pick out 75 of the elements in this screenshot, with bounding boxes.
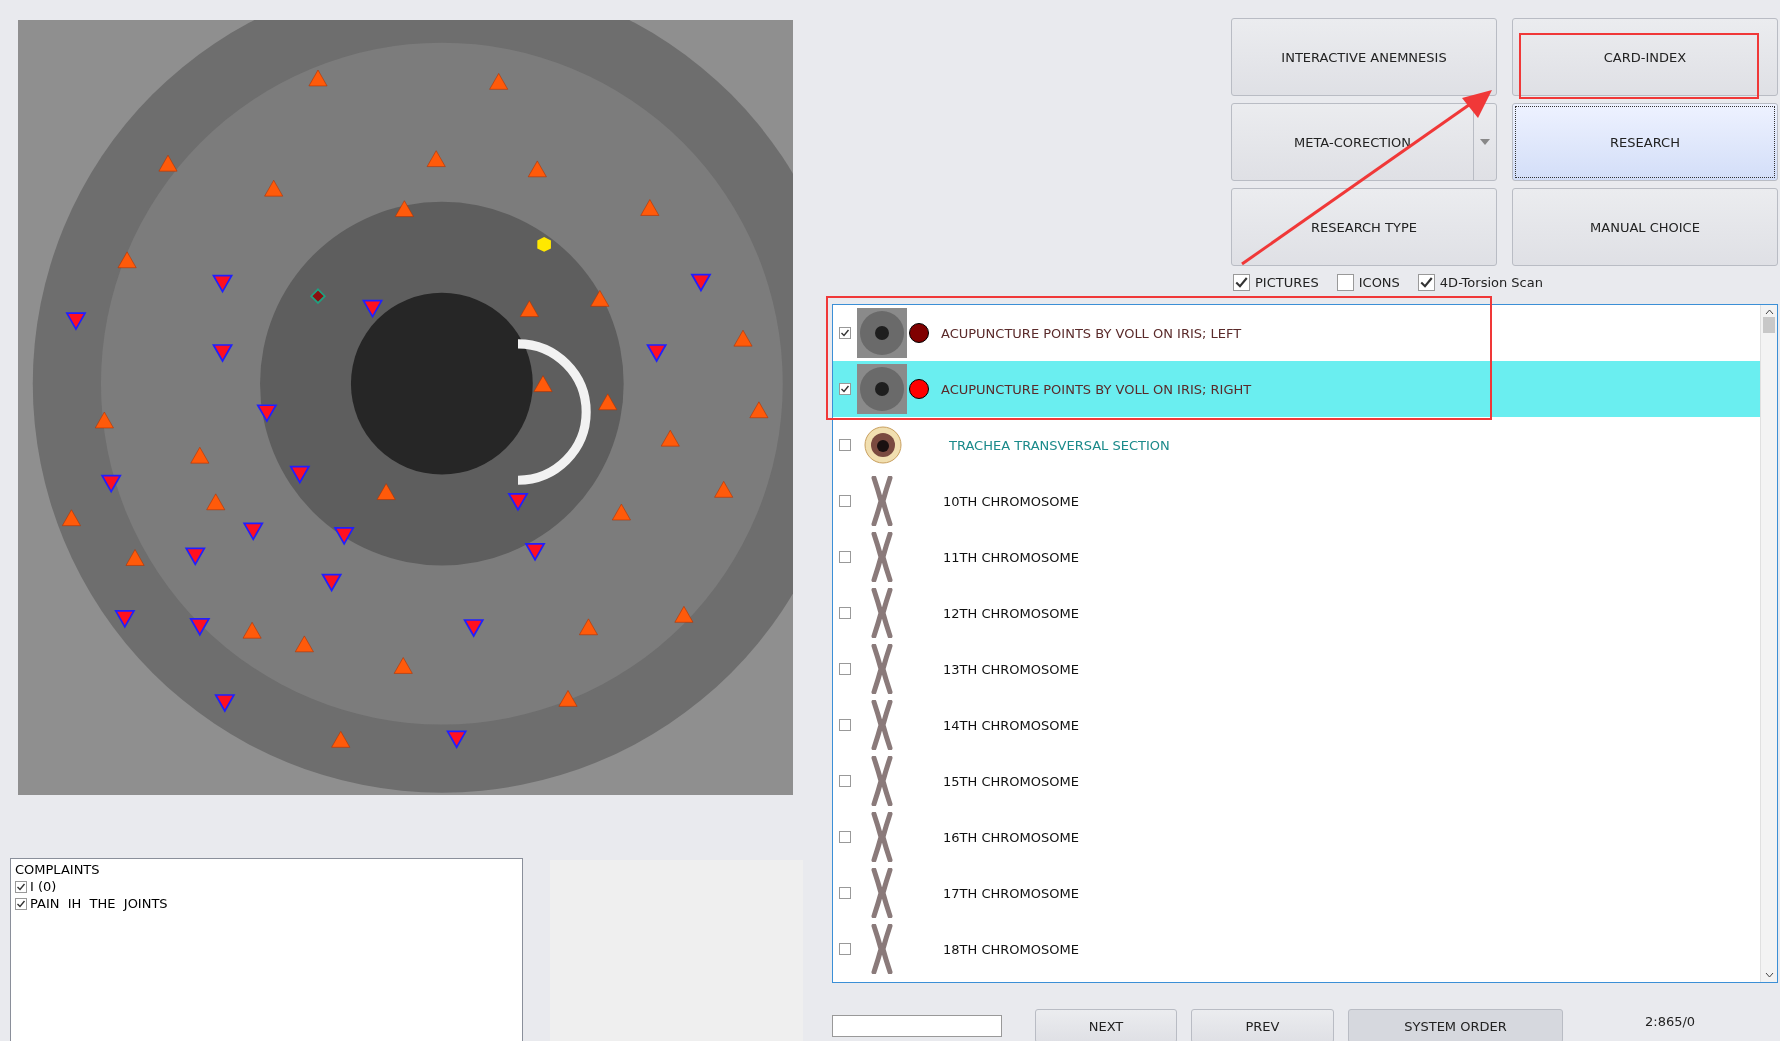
option-label: PICTURES (1255, 274, 1319, 290)
action-button[interactable]: INTERACTIVE ANEMNESIS (1231, 18, 1497, 96)
iris-thumbnail-icon (857, 308, 907, 358)
chromosome-icon (869, 812, 895, 862)
chromosome-icon (869, 476, 895, 526)
complaint-label: I (0) (30, 878, 57, 895)
action-button[interactable]: RESEARCH (1512, 103, 1778, 181)
nav-button[interactable]: SYSTEM ORDER (1348, 1009, 1563, 1041)
scrollbar[interactable] (1760, 305, 1777, 982)
row-label: 10TH CHROMOSOME (943, 493, 1079, 509)
row-label: 15TH CHROMOSOME (943, 773, 1079, 789)
checkbox[interactable] (839, 663, 851, 675)
row-label: 17TH CHROMOSOME (943, 885, 1079, 901)
checkbox[interactable] (1417, 273, 1435, 291)
list-row[interactable]: 12TH CHROMOSOME (833, 585, 1760, 641)
row-label: 12TH CHROMOSOME (943, 605, 1079, 621)
action-button[interactable]: CARD-INDEX (1512, 18, 1778, 96)
row-label: TRACHEA TRANSVERSAL SECTION (949, 437, 1170, 453)
checkbox[interactable] (15, 880, 27, 893)
row-label: 11TH CHROMOSOME (943, 549, 1079, 565)
checkbox[interactable] (839, 719, 851, 731)
checkbox[interactable] (839, 607, 851, 619)
checkbox[interactable] (839, 383, 851, 395)
scroll-down-icon[interactable] (1764, 972, 1774, 978)
list-row[interactable]: 15TH CHROMOSOME (833, 753, 1760, 809)
row-label: ACUPUNCTURE POINTS BY VOLL ON IRIS; RIGHT (941, 381, 1252, 397)
complaints-title: COMPLAINTS (15, 861, 101, 878)
checkbox[interactable] (1336, 273, 1354, 291)
chromosome-icon (869, 868, 895, 918)
option-label: ICONS (1358, 274, 1400, 290)
row-label: 13TH CHROMOSOME (943, 661, 1079, 677)
checkbox[interactable] (839, 551, 851, 563)
nav-button[interactable]: NEXT (1035, 1009, 1177, 1041)
chromosome-icon (869, 700, 895, 750)
option-label: 4D-Torsion Scan (1439, 274, 1543, 290)
list-row[interactable]: 11TH CHROMOSOME (833, 529, 1760, 585)
list-row[interactable]: 17TH CHROMOSOME (833, 865, 1760, 921)
search-field[interactable] (832, 1015, 1002, 1037)
chromosome-icon (869, 924, 895, 974)
list-row[interactable]: 10TH CHROMOSOME (833, 473, 1760, 529)
checkbox[interactable] (839, 887, 851, 899)
tube-section-icon (863, 425, 903, 465)
action-button[interactable]: RESEARCH TYPE (1231, 188, 1497, 266)
checkbox[interactable] (839, 495, 851, 507)
record-counter: 2:865/0 (1645, 1013, 1696, 1029)
list-row[interactable]: 16TH CHROMOSOME (833, 809, 1760, 865)
list-row[interactable]: ACUPUNCTURE POINTS BY VOLL ON IRIS; LEFT (833, 305, 1760, 361)
checkbox[interactable] (15, 897, 27, 910)
checkbox[interactable] (1233, 273, 1250, 291)
list-row[interactable]: ACUPUNCTURE POINTS BY VOLL ON IRIS; RIGHT (833, 361, 1760, 417)
action-button[interactable]: MANUAL CHOICE (1512, 188, 1778, 266)
list-row[interactable]: 14TH CHROMOSOME (833, 697, 1760, 753)
row-label: 18TH CHROMOSOME (943, 941, 1079, 957)
checkbox[interactable] (839, 831, 851, 843)
checkbox[interactable] (839, 775, 851, 787)
iris-thumbnail-icon (857, 364, 907, 414)
row-label: ACUPUNCTURE POINTS BY VOLL ON IRIS; LEFT (941, 325, 1242, 341)
list-row[interactable]: 13TH CHROMOSOME (833, 641, 1760, 697)
scroll-thumb[interactable] (1763, 317, 1775, 333)
list-row[interactable]: 18TH CHROMOSOME (833, 921, 1760, 977)
row-label: 16TH CHROMOSOME (943, 829, 1079, 845)
row-label: 14TH CHROMOSOME (943, 717, 1079, 733)
list-row[interactable]: TRACHEA TRANSVERSAL SECTION (833, 417, 1760, 473)
nav-button[interactable]: PREV (1191, 1009, 1334, 1041)
chromosome-icon (869, 644, 895, 694)
caret-icon (1480, 139, 1490, 145)
checkbox[interactable] (839, 439, 851, 451)
complaint-label: PAIN IH THE JOINTS (30, 895, 168, 912)
chromosome-icon (869, 588, 895, 638)
chromosome-icon (869, 532, 895, 582)
action-button[interactable]: META-CORECTION (1231, 103, 1497, 181)
chromosome-icon (869, 756, 895, 806)
scroll-up-icon[interactable] (1764, 309, 1774, 315)
checkbox[interactable] (839, 327, 851, 339)
checkbox[interactable] (839, 943, 851, 955)
